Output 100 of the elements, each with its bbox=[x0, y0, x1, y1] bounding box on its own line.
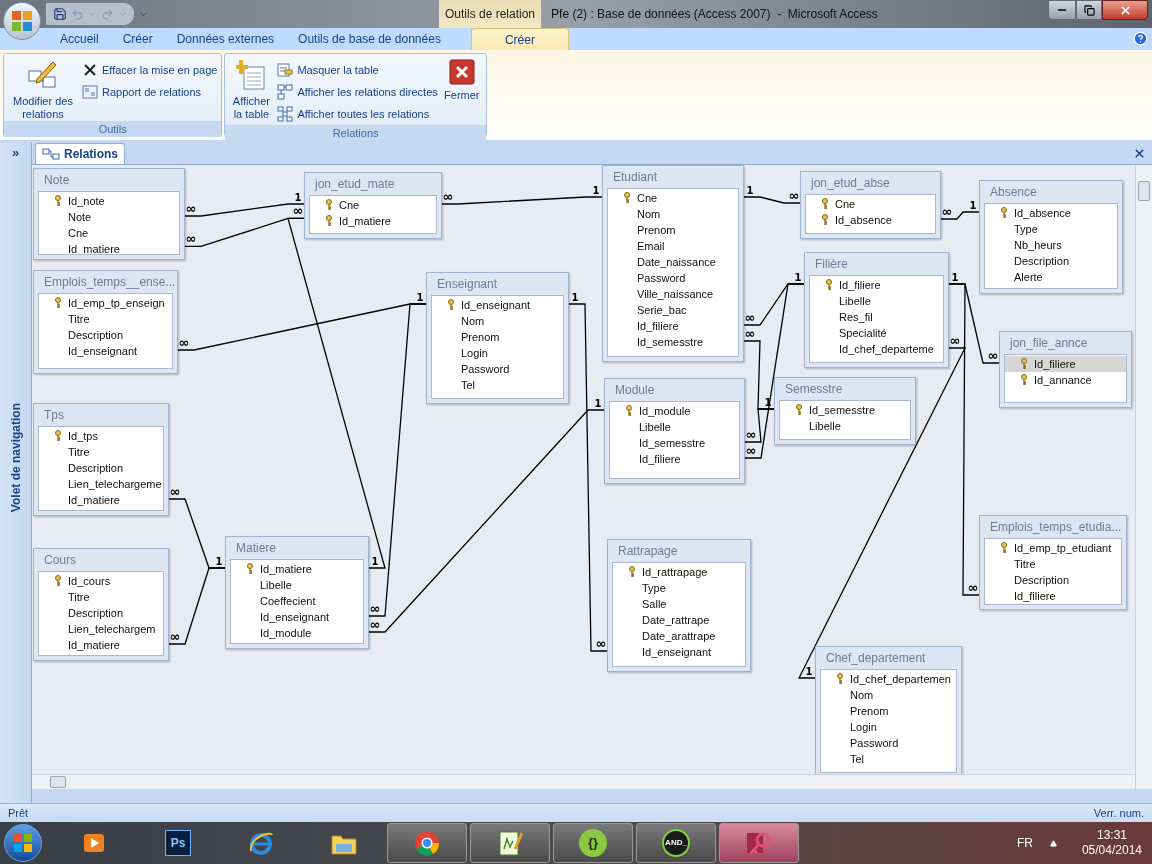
field-row[interactable]: Lien_telechargem bbox=[39, 621, 163, 637]
field-row[interactable]: Cne bbox=[39, 225, 179, 241]
field-row[interactable]: Note bbox=[39, 209, 179, 225]
field-row[interactable]: Tel bbox=[821, 751, 956, 767]
field-row[interactable]: Id_absence bbox=[985, 205, 1117, 221]
field-row[interactable]: Id_semesstre bbox=[608, 334, 738, 350]
ribbon-button[interactable]: Afficher la table bbox=[229, 57, 274, 121]
field-row[interactable]: Id_module bbox=[610, 403, 739, 419]
field-row[interactable]: Id_cours bbox=[39, 573, 163, 589]
help-icon[interactable] bbox=[1133, 31, 1148, 46]
table-card[interactable]: Emplois_temps__ense... Id_emp_tp_enseign Titre Description Id_enseignant bbox=[33, 270, 178, 374]
field-row[interactable]: Serie_bac bbox=[608, 302, 738, 318]
ribbon-button[interactable]: Modifier des relations bbox=[8, 57, 78, 121]
field-row[interactable]: Cne bbox=[310, 197, 436, 213]
field-row[interactable]: Password bbox=[432, 361, 563, 377]
field-row[interactable]: Id_filiere bbox=[1005, 356, 1126, 372]
table-card[interactable]: Rattrapage Id_rattrapage Type Salle Date_rattrape Date_arattrape Id_enseignant bbox=[607, 539, 751, 672]
table-card[interactable]: jon_etud_mate Cne Id_matiere bbox=[304, 172, 442, 239]
field-row[interactable]: Prenom bbox=[821, 703, 956, 719]
field-row[interactable]: Id_rattrapage bbox=[613, 564, 745, 580]
field-row[interactable]: Cne bbox=[608, 190, 738, 206]
clock[interactable]: 13:31 05/04/2014 bbox=[1081, 828, 1142, 858]
field-row[interactable]: Libelle bbox=[231, 577, 363, 593]
field-row[interactable]: Nom bbox=[432, 313, 563, 329]
field-row[interactable]: Libelle bbox=[780, 418, 910, 434]
field-row[interactable]: Description bbox=[39, 605, 163, 621]
table-card[interactable]: Cours Id_cours Titre Description Lien_telechargem Id_matiere bbox=[33, 548, 169, 661]
field-row[interactable]: Id_enseignant bbox=[613, 644, 745, 660]
ribbon-button[interactable]: Rapport de relations bbox=[82, 81, 218, 103]
field-row[interactable]: Id_chef_departeme bbox=[810, 341, 943, 357]
horizontal-scrollbar[interactable] bbox=[32, 774, 1135, 789]
field-row[interactable]: Id_note bbox=[39, 193, 179, 209]
field-row[interactable]: Prenom bbox=[608, 222, 738, 238]
table-card[interactable]: jon_file_annce Id_filiere Id_annance bbox=[999, 331, 1132, 408]
field-row[interactable]: Id_tps bbox=[39, 428, 163, 444]
field-row[interactable]: Id_emp_tp_enseign bbox=[39, 295, 172, 311]
language-indicator[interactable]: FR bbox=[1016, 834, 1033, 852]
field-row[interactable]: Nom bbox=[608, 206, 738, 222]
field-row[interactable]: Id_matiere bbox=[39, 241, 179, 254]
field-row[interactable]: Id_absence bbox=[806, 212, 935, 228]
field-row[interactable]: Description bbox=[985, 253, 1117, 269]
field-row[interactable]: Email bbox=[608, 238, 738, 254]
field-row[interactable]: Id_semesstre bbox=[610, 435, 739, 451]
field-row[interactable]: Id_matiere bbox=[39, 637, 163, 653]
field-row[interactable]: Res_fil bbox=[810, 309, 943, 325]
ribbon-tab[interactable]: Créer bbox=[110, 28, 165, 50]
navigation-pane[interactable]: » Volet de navigation bbox=[0, 143, 32, 803]
field-row[interactable]: Date_arattrape bbox=[613, 628, 745, 644]
field-row[interactable]: Nom bbox=[821, 687, 956, 703]
field-row[interactable]: Id_enseignant bbox=[231, 609, 363, 625]
ribbon-tab[interactable]: Outils de base de données bbox=[286, 28, 453, 50]
field-row[interactable]: Id_semesstre bbox=[780, 402, 910, 418]
field-row[interactable]: Login bbox=[432, 345, 563, 361]
save-icon[interactable] bbox=[53, 7, 67, 21]
field-row[interactable]: Id_annance bbox=[1005, 372, 1126, 388]
field-row[interactable]: Coeffecient bbox=[231, 593, 363, 609]
ribbon-button[interactable]: Effacer la mise en page bbox=[82, 59, 218, 81]
field-row[interactable]: Id_module bbox=[231, 625, 363, 641]
field-row[interactable]: Login bbox=[821, 719, 956, 735]
table-card[interactable]: Chef_departement Id_chef_departemen Nom Prenom Login Password Tel bbox=[815, 646, 962, 774]
field-row[interactable]: Specialité bbox=[810, 325, 943, 341]
taskbar-button[interactable] bbox=[387, 823, 467, 863]
table-card[interactable]: jon_etud_abse Cne Id_absence bbox=[800, 171, 941, 239]
taskbar-button[interactable] bbox=[470, 823, 550, 863]
relationship-canvas[interactable] bbox=[32, 165, 1135, 774]
field-row[interactable]: Alerte bbox=[985, 269, 1117, 285]
ribbon-button[interactable]: Afficher toutes les relations bbox=[277, 103, 438, 125]
close-button[interactable] bbox=[1102, 0, 1148, 20]
field-row[interactable]: Date_rattrape bbox=[613, 612, 745, 628]
minimize-button[interactable] bbox=[1048, 0, 1076, 20]
table-card[interactable]: Matiere Id_matiere Libelle Coeffecient Id_enseignant Id_module bbox=[225, 536, 369, 649]
field-row[interactable]: Titre bbox=[39, 311, 172, 327]
ribbon-button[interactable]: Masquer la table bbox=[277, 59, 438, 81]
field-row[interactable]: Cne bbox=[806, 196, 935, 212]
table-card[interactable]: Note Id_note Note Cne Id_matiere bbox=[33, 168, 185, 260]
field-row[interactable]: Date_naissance bbox=[608, 254, 738, 270]
field-row[interactable]: Titre bbox=[985, 556, 1121, 572]
ribbon-tab[interactable]: Accueil bbox=[48, 28, 111, 50]
expand-button[interactable]: » bbox=[11, 143, 20, 163]
table-card[interactable]: Semesstre Id_semesstre Libelle bbox=[774, 377, 916, 445]
start-button[interactable] bbox=[4, 824, 42, 862]
field-row[interactable]: Description bbox=[985, 572, 1121, 588]
taskbar-button[interactable]: {} bbox=[553, 823, 633, 863]
field-row[interactable]: Id_filiere bbox=[810, 277, 943, 293]
field-row[interactable]: Id_filiere bbox=[610, 451, 739, 467]
ribbon-tab[interactable]: Données externes bbox=[164, 28, 287, 50]
table-card[interactable]: Tps Id_tps Titre Description Lien_telechargeme Id_matiere bbox=[33, 403, 169, 516]
field-row[interactable]: Password bbox=[821, 735, 956, 751]
restore-button[interactable] bbox=[1076, 0, 1102, 20]
field-row[interactable]: Id_filiere bbox=[608, 318, 738, 334]
ribbon-button[interactable]: Afficher les relations directes bbox=[277, 81, 438, 103]
taskbar-button[interactable]: Ps bbox=[138, 823, 218, 863]
table-card[interactable]: Module Id_module Libelle Id_semesstre Id_filiere bbox=[604, 378, 745, 484]
field-row[interactable]: Id_filiere bbox=[985, 588, 1121, 604]
field-row[interactable]: Titre bbox=[39, 589, 163, 605]
field-row[interactable]: Id_emp_tp_etudiant bbox=[985, 540, 1121, 556]
field-row[interactable]: Description bbox=[39, 460, 163, 476]
field-row[interactable]: Lien_telechargeme bbox=[39, 476, 163, 492]
document-tab[interactable]: Relations bbox=[35, 143, 125, 164]
field-row[interactable]: Prenom bbox=[432, 329, 563, 345]
